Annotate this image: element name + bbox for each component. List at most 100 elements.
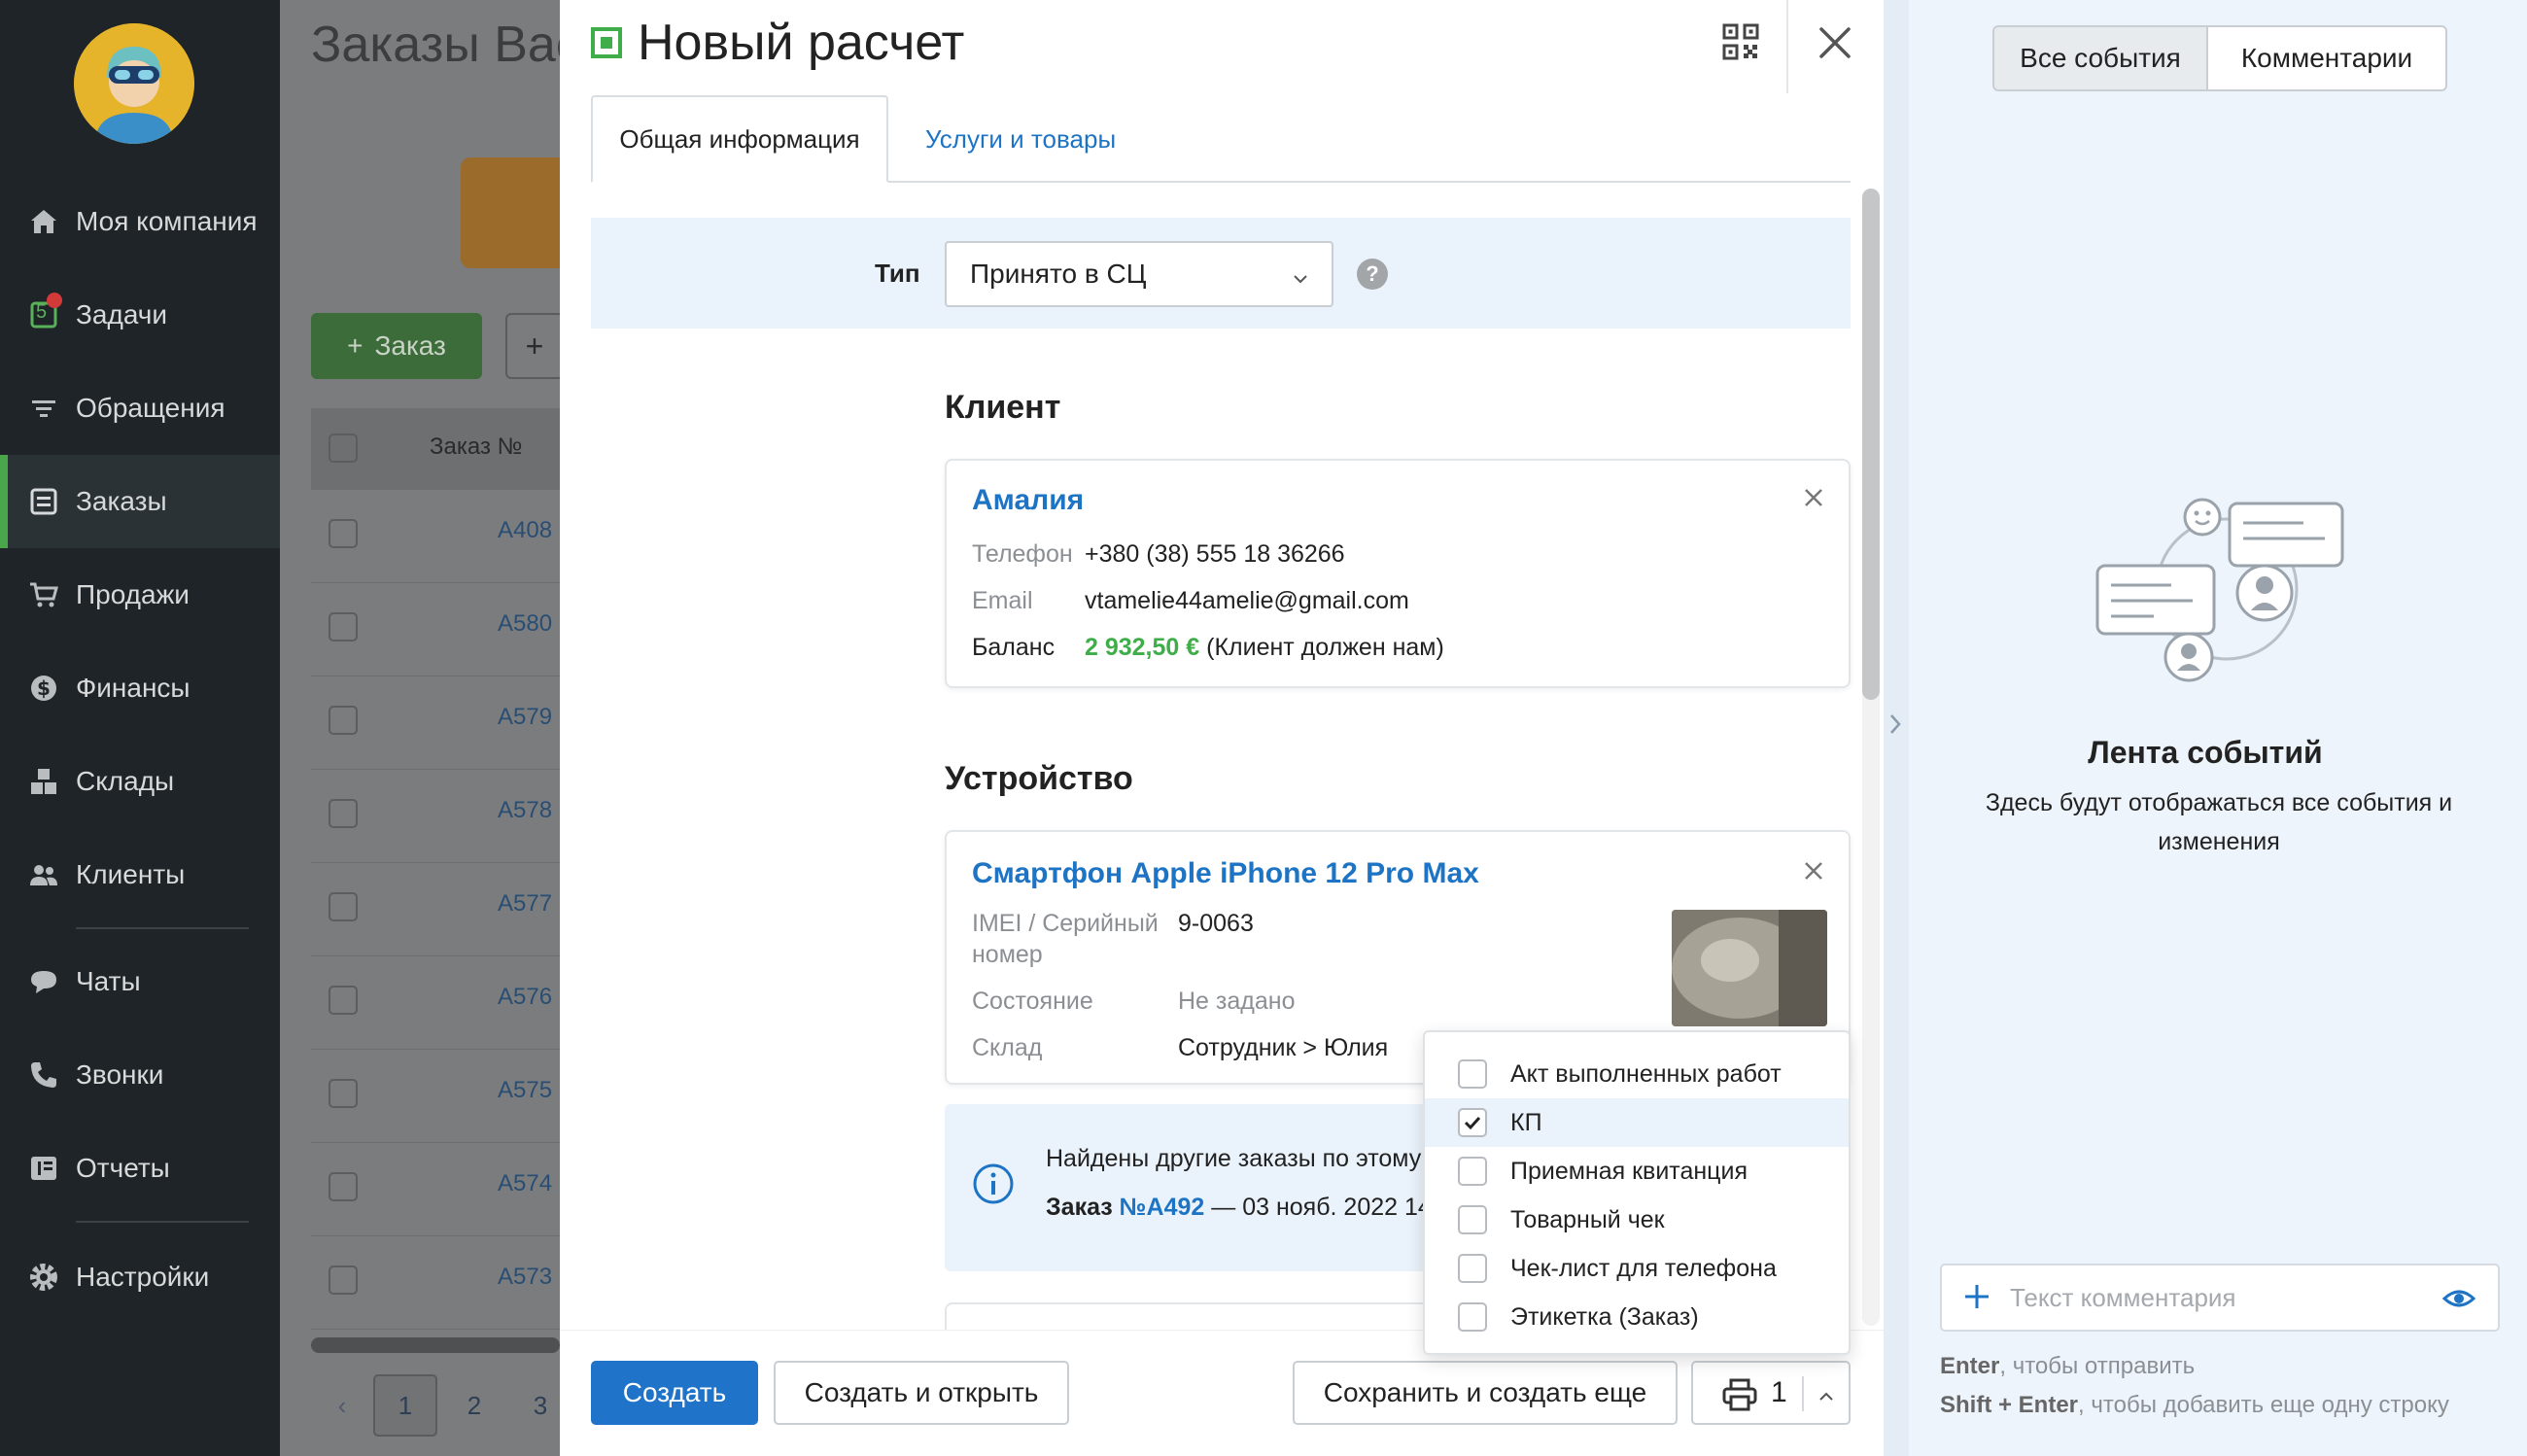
row-checkbox[interactable] bbox=[329, 1265, 358, 1295]
sidebar-item-orders[interactable]: Заказы bbox=[0, 455, 280, 548]
dollar-icon: $ bbox=[27, 672, 60, 705]
type-select[interactable]: Принято в СЦ bbox=[945, 241, 1333, 307]
table-horizontal-scrollbar[interactable] bbox=[311, 1337, 560, 1353]
row-checkbox[interactable] bbox=[329, 1079, 358, 1108]
create-and-open-button[interactable]: Создать и открыть bbox=[774, 1361, 1069, 1425]
page-2[interactable]: 2 bbox=[453, 1374, 496, 1437]
print-form-item[interactable]: Этикетка (Заказ) bbox=[1425, 1293, 1849, 1341]
print-form-label: КП bbox=[1510, 1108, 1542, 1136]
select-all-checkbox[interactable] bbox=[329, 433, 358, 463]
order-link[interactable]: A576 bbox=[498, 984, 552, 1011]
empty-feed-illustration bbox=[2095, 492, 2346, 686]
checkbox-unchecked[interactable] bbox=[1458, 1157, 1487, 1186]
add-button[interactable]: + bbox=[505, 313, 564, 379]
sidebar-item-settings[interactable]: Настройки bbox=[0, 1231, 280, 1324]
row-checkbox[interactable] bbox=[329, 892, 358, 921]
order-link[interactable]: A577 bbox=[498, 890, 552, 918]
hint-newline: Shift + Enter, чтобы добавить еще одну с… bbox=[1940, 1392, 2449, 1419]
help-icon[interactable]: ? bbox=[1357, 259, 1388, 290]
page-3[interactable]: 3 bbox=[521, 1374, 560, 1437]
remove-device-icon[interactable] bbox=[1800, 857, 1827, 884]
save-and-create-more-button[interactable]: Сохранить и создать еще bbox=[1293, 1361, 1678, 1425]
device-name-link[interactable]: Смартфон Apple iPhone 12 Pro Max bbox=[972, 857, 1479, 890]
table-row[interactable]: A573 bbox=[311, 1236, 560, 1330]
visibility-eye-icon[interactable] bbox=[2441, 1281, 2476, 1316]
table-row[interactable]: A579 bbox=[311, 676, 560, 770]
table-row[interactable]: A577 bbox=[311, 863, 560, 956]
order-link[interactable]: A575 bbox=[498, 1077, 552, 1104]
checkbox-unchecked[interactable] bbox=[1458, 1302, 1487, 1332]
print-form-item[interactable]: КП bbox=[1425, 1098, 1849, 1147]
sidebar-item-requests[interactable]: Обращения bbox=[0, 362, 280, 455]
print-form-item[interactable]: Товарный чек bbox=[1425, 1196, 1849, 1244]
table-row[interactable]: A575 bbox=[311, 1050, 560, 1143]
notification-dot bbox=[47, 293, 62, 308]
print-divider bbox=[1802, 1376, 1804, 1411]
gear-icon bbox=[27, 1261, 60, 1294]
sidebar-item-label: Отчеты bbox=[76, 1153, 170, 1183]
sidebar-item-label: Заказы bbox=[76, 486, 167, 516]
table-row[interactable]: A576 bbox=[311, 956, 560, 1050]
sidebar-item-clients[interactable]: Клиенты bbox=[0, 828, 280, 921]
row-checkbox[interactable] bbox=[329, 519, 358, 548]
qr-code-icon[interactable] bbox=[1722, 23, 1759, 60]
checkbox-checked[interactable] bbox=[1458, 1108, 1487, 1137]
row-checkbox[interactable] bbox=[329, 1172, 358, 1201]
close-icon[interactable] bbox=[1816, 23, 1854, 62]
sidebar-item-tasks[interactable]: 5 Задачи bbox=[0, 268, 280, 362]
page-1[interactable]: 1 bbox=[373, 1374, 437, 1437]
sidebar-item-warehouses[interactable]: Склады bbox=[0, 735, 280, 828]
checkbox-unchecked[interactable] bbox=[1458, 1254, 1487, 1283]
sidebar-item-calls[interactable]: Звонки bbox=[0, 1028, 280, 1122]
prev-page-icon[interactable]: ‹ bbox=[325, 1374, 360, 1437]
table-row[interactable]: A408 bbox=[311, 490, 560, 583]
tab-comments[interactable]: Комментарии bbox=[2208, 25, 2447, 91]
sidebar-item-chats[interactable]: Чаты bbox=[0, 935, 280, 1028]
client-name-link[interactable]: Амалия bbox=[972, 484, 1084, 517]
print-form-label: Этикетка (Заказ) bbox=[1510, 1302, 1699, 1331]
print-form-item[interactable]: Приемная квитанция bbox=[1425, 1147, 1849, 1196]
remove-client-icon[interactable] bbox=[1800, 484, 1827, 511]
order-link[interactable]: A578 bbox=[498, 797, 552, 824]
row-checkbox[interactable] bbox=[329, 986, 358, 1015]
sidebar-item-sales[interactable]: Продажи bbox=[0, 548, 280, 641]
state-label: Состояние bbox=[972, 988, 1093, 1015]
tab-services-goods[interactable]: Услуги и товары bbox=[925, 95, 1116, 183]
sidebar-item-company[interactable]: Моя компания bbox=[0, 175, 280, 268]
sidebar-divider bbox=[76, 1221, 249, 1223]
row-checkbox[interactable] bbox=[329, 612, 358, 641]
modal-scrollbar-thumb[interactable] bbox=[1862, 189, 1880, 700]
order-link[interactable]: A579 bbox=[498, 704, 552, 731]
print-form-item[interactable]: Акт выполненных работ bbox=[1425, 1050, 1849, 1098]
notice-order-link[interactable]: №A492 bbox=[1120, 1194, 1205, 1221]
chat-icon bbox=[27, 965, 60, 998]
new-order-button[interactable]: + Заказ bbox=[311, 313, 482, 379]
table-row[interactable]: A578 bbox=[311, 770, 560, 863]
chevron-up-icon[interactable] bbox=[1816, 1382, 1837, 1415]
print-button[interactable]: 1 bbox=[1691, 1361, 1851, 1425]
notice-order-line: Заказ №A492 — 03 нояб. 2022 14 bbox=[1046, 1194, 1432, 1222]
order-link[interactable]: A580 bbox=[498, 610, 552, 638]
tab-general-info[interactable]: Общая информация bbox=[591, 95, 888, 183]
checkbox-unchecked[interactable] bbox=[1458, 1059, 1487, 1089]
order-link[interactable]: A408 bbox=[498, 517, 552, 544]
order-link[interactable]: A573 bbox=[498, 1264, 552, 1291]
sidebar-item-reports[interactable]: Отчеты bbox=[0, 1122, 280, 1215]
table-row[interactable]: A574 bbox=[311, 1143, 560, 1236]
print-form-item[interactable]: Чек-лист для телефона bbox=[1425, 1244, 1849, 1293]
user-avatar[interactable] bbox=[74, 23, 194, 144]
hint-enter-key: Enter bbox=[1940, 1353, 2000, 1379]
sidebar-item-finance[interactable]: $ Финансы bbox=[0, 641, 280, 735]
row-checkbox[interactable] bbox=[329, 706, 358, 735]
row-checkbox[interactable] bbox=[329, 799, 358, 828]
create-button[interactable]: Создать bbox=[591, 1361, 758, 1425]
column-header-order[interactable]: Заказ № bbox=[430, 433, 522, 461]
estimate-icon bbox=[591, 27, 622, 58]
attach-plus-icon[interactable] bbox=[1959, 1279, 1994, 1314]
print-form-label: Товарный чек bbox=[1510, 1205, 1665, 1233]
tab-all-events[interactable]: Все события bbox=[1992, 25, 2208, 91]
order-link[interactable]: A574 bbox=[498, 1170, 552, 1197]
checkbox-unchecked[interactable] bbox=[1458, 1205, 1487, 1234]
device-photo[interactable] bbox=[1672, 910, 1827, 1026]
table-row[interactable]: A580 bbox=[311, 583, 560, 676]
